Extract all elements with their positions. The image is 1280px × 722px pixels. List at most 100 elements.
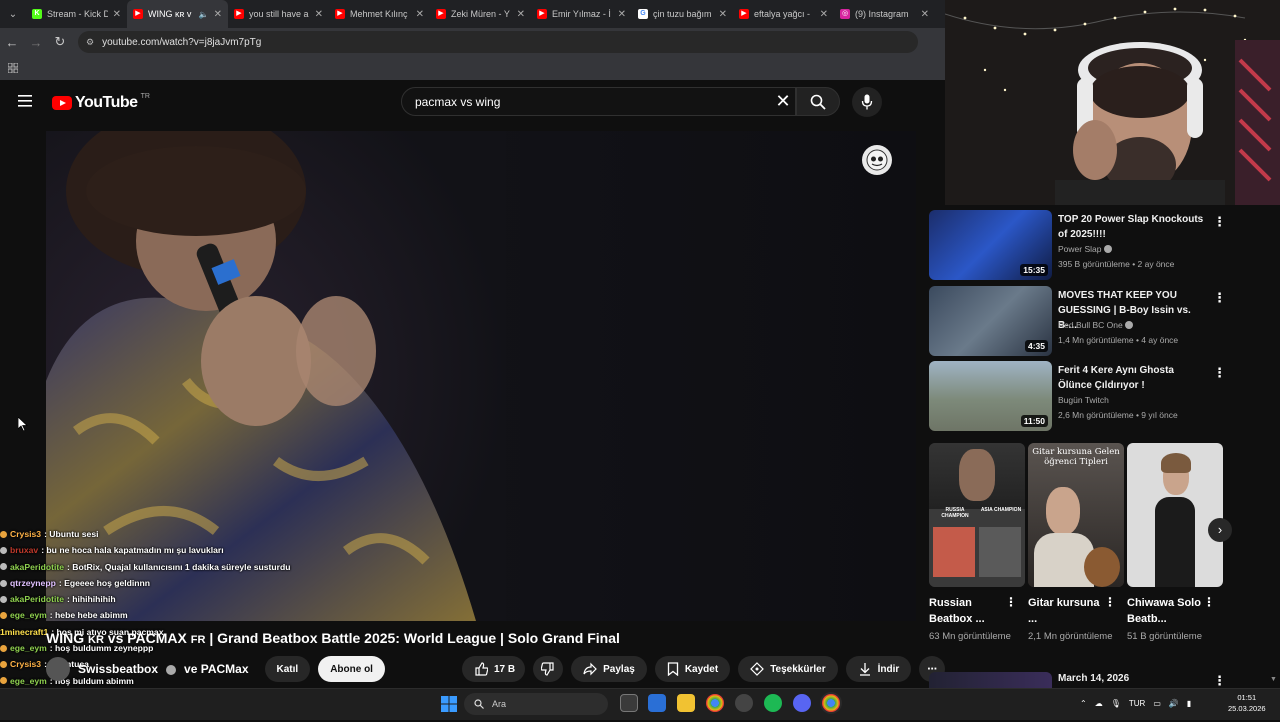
short-card[interactable]: Gitar kursuna Gelen öğrenci Tipleri Gita… — [1028, 443, 1124, 644]
chat-message: akaPeridotite: BotRix, Quajal kullanıcıs… — [0, 559, 300, 575]
short-title[interactable]: Russian Beatbox ... — [929, 595, 1009, 627]
tab-audio-icon[interactable]: 🔈 — [199, 10, 209, 19]
share-button[interactable]: Paylaş — [571, 656, 647, 682]
recommended-video[interactable]: 15:35 TOP 20 Power Slap Knockouts of 2025… — [929, 210, 1229, 280]
video-thumbnail[interactable]: 4:35 — [929, 286, 1052, 356]
browser-tab[interactable]: ▶ Zeki Müren - Y ✕ — [430, 0, 531, 28]
video-menu-button[interactable]: ⋮ — [1213, 365, 1226, 381]
tab-search-icon[interactable]: ⌄ — [0, 0, 26, 28]
back-button[interactable]: ← — [0, 35, 24, 50]
channel-avatar[interactable] — [46, 657, 70, 681]
video-channel[interactable]: Red Bull BC One — [1058, 320, 1134, 330]
hamburger-menu-icon[interactable] — [18, 94, 34, 108]
tray-chevron-icon[interactable]: ⌃ — [1080, 699, 1087, 708]
spotify-icon[interactable] — [764, 694, 782, 712]
join-button[interactable]: Katıl — [264, 656, 311, 682]
taskbar-clock[interactable]: 01:51 25.03.2026 — [1228, 692, 1266, 714]
input-language[interactable]: TUR — [1129, 699, 1145, 708]
short-thumbnail[interactable] — [1127, 443, 1223, 587]
tab-title: you still have a — [249, 9, 309, 19]
video-thumbnail[interactable]: 11:50 — [929, 361, 1052, 431]
short-title[interactable]: Gitar kursuna ... — [1028, 595, 1108, 627]
video-channel[interactable]: Bugün Twitch — [1058, 395, 1109, 405]
short-title[interactable]: Chiwawa Solo Beatb... — [1127, 595, 1207, 627]
youtube-logo[interactable]: YouTube TR — [52, 93, 150, 112]
apps-grid-icon[interactable] — [8, 63, 18, 73]
shorts-next-button[interactable]: › — [1208, 518, 1232, 542]
channel-name[interactable]: Swissbeatbox — [78, 662, 158, 676]
task-view-icon[interactable] — [620, 694, 638, 712]
tab-close-icon[interactable]: ✕ — [820, 9, 828, 20]
short-menu-button[interactable]: ⋮ — [1005, 595, 1017, 609]
browser-tab[interactable]: Gçin tuzu bağım ✕ — [632, 0, 733, 28]
browser-tab[interactable]: ◎ (9) Instagram ✕ — [834, 0, 935, 28]
taskbar-search-box[interactable]: Ara — [464, 693, 608, 715]
browser-tab[interactable]: ▶ WING ᴋʀ v 🔈 ✕ — [127, 0, 228, 28]
video-channel[interactable]: Power Slap — [1058, 244, 1112, 254]
browser-tab[interactable]: ▶ Emir Yılmaz - İ ✕ — [531, 0, 632, 28]
browser-tab[interactable]: K Stream - Kick D ✕ — [26, 0, 127, 28]
short-card[interactable]: RUSSIA CHAMPION ASIA CHAMPION Russian Be… — [929, 443, 1025, 644]
site-info-icon[interactable]: ⚙ — [86, 37, 94, 48]
tab-close-icon[interactable]: ✕ — [416, 9, 424, 20]
recommended-video[interactable]: 11:50 Ferit 4 Kere Aynı Ghosta Ölünce Çıl… — [929, 361, 1229, 431]
settings-icon[interactable] — [735, 694, 753, 712]
collaborator-name[interactable]: ve PACMax — [184, 662, 248, 676]
battery-icon[interactable]: ▮ — [1187, 699, 1191, 708]
thanks-button[interactable]: Teşekkürler — [738, 656, 838, 682]
chat-text: : hihihihihih — [66, 594, 116, 605]
voice-search-button[interactable] — [852, 87, 882, 117]
tab-close-icon[interactable]: ✕ — [315, 9, 323, 20]
next-video-title[interactable]: March 14, 2026 — [1058, 673, 1129, 684]
url-field[interactable]: ⚙ youtube.com/watch?v=j8jaJvm7pTg — [78, 31, 918, 53]
tab-close-icon[interactable]: ✕ — [921, 9, 929, 20]
search-button[interactable] — [796, 87, 840, 116]
mic-tray-icon[interactable]: 🎙 — [1111, 699, 1121, 708]
tab-close-icon[interactable]: ✕ — [214, 9, 222, 20]
video-title[interactable]: TOP 20 Power Slap Knockouts of 2025!!!! — [1058, 212, 1208, 242]
channel-watermark-icon[interactable] — [862, 145, 892, 175]
scrollbar-arrow-icon[interactable]: ▼ — [1270, 676, 1280, 688]
cloud-icon[interactable]: ☁ — [1095, 699, 1103, 708]
chrome-icon[interactable] — [706, 694, 724, 712]
browser-tab[interactable]: ▶ Mehmet Kılınç ✕ — [329, 0, 430, 28]
file-explorer-icon[interactable] — [677, 694, 695, 712]
tab-close-icon[interactable]: ✕ — [719, 9, 727, 20]
windows-start-icon[interactable] — [441, 696, 457, 712]
network-icon[interactable]: ▭ — [1153, 699, 1161, 708]
download-button[interactable]: İndir — [845, 656, 912, 682]
browser-tab[interactable]: ▶ you still have a ✕ — [228, 0, 329, 28]
volume-icon[interactable]: 🔊 — [1169, 699, 1179, 708]
short-thumbnail[interactable]: RUSSIA CHAMPION ASIA CHAMPION — [929, 443, 1025, 587]
save-button[interactable]: Kaydet — [654, 656, 731, 682]
title-flag-kr: KR — [88, 634, 104, 646]
video-title[interactable]: Ferit 4 Kere Aynı Ghosta Ölünce Çıldırıy… — [1058, 363, 1208, 393]
short-menu-button[interactable]: ⋮ — [1203, 595, 1215, 609]
forward-button[interactable]: → — [24, 35, 48, 50]
next-video-thumbnail[interactable] — [929, 672, 1052, 688]
search-input[interactable]: pacmax vs wing — [401, 87, 796, 116]
short-thumbnail[interactable]: Gitar kursuna Gelen öğrenci Tipleri — [1028, 443, 1124, 587]
tab-close-icon[interactable]: ✕ — [517, 9, 525, 20]
chrome-active-icon[interactable] — [822, 694, 840, 712]
next-video-menu[interactable]: ⋮ — [1213, 673, 1226, 689]
tab-title: çin tuzu bağım — [653, 9, 712, 19]
dislike-button[interactable] — [533, 656, 564, 682]
discord-icon[interactable] — [793, 694, 811, 712]
video-duration: 11:50 — [1020, 415, 1048, 427]
recommended-video[interactable]: 4:35 MOVES THAT KEEP YOU GUESSING | B-Boy… — [929, 286, 1229, 356]
reload-button[interactable]: ↻ — [48, 34, 72, 50]
video-menu-button[interactable]: ⋮ — [1213, 290, 1226, 306]
subscribe-button[interactable]: Abone ol — [318, 656, 385, 682]
video-menu-button[interactable]: ⋮ — [1213, 214, 1226, 230]
tab-close-icon[interactable]: ✕ — [618, 9, 626, 20]
clear-search-icon[interactable]: ✕ — [772, 90, 794, 112]
short-menu-button[interactable]: ⋮ — [1104, 595, 1116, 609]
video-thumbnail[interactable]: 15:35 — [929, 210, 1052, 280]
tab-title: (9) Instagram — [855, 9, 909, 19]
store-icon[interactable] — [648, 694, 666, 712]
tab-close-icon[interactable]: ✕ — [113, 9, 121, 20]
short-card[interactable]: Chiwawa Solo Beatb... 51 B görüntüleme ⋮ — [1127, 443, 1223, 644]
browser-tab[interactable]: ▶ eftalya yağcı - ✕ — [733, 0, 834, 28]
like-button[interactable]: 17 B — [462, 656, 526, 682]
